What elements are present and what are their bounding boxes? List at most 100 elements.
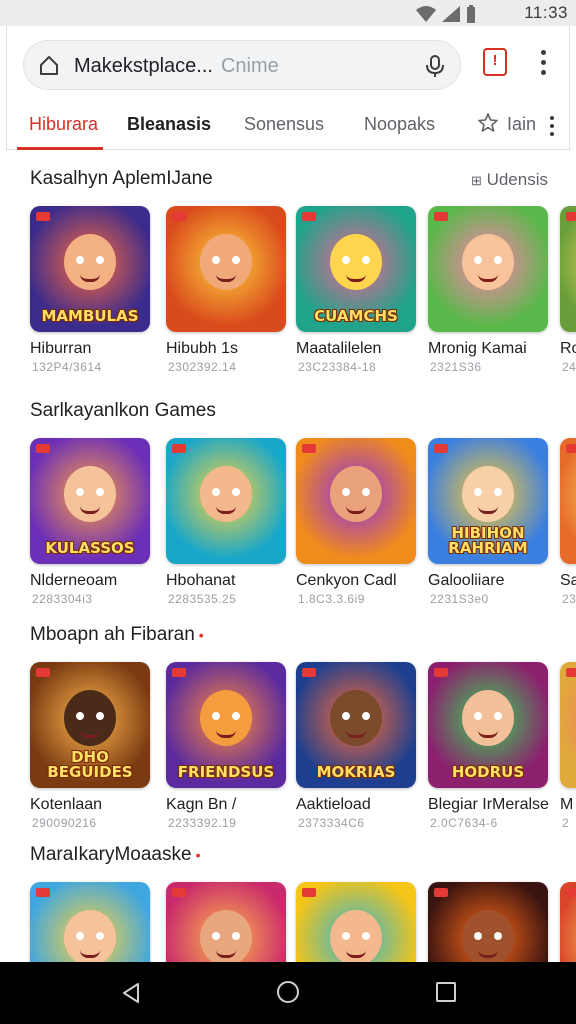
character-eye [474,256,482,264]
game-thumbnail[interactable]: MAMBULAS [30,206,150,332]
new-dot: • [195,847,201,863]
section-title-text: MaraIkaryMoaaske [30,844,192,865]
game-thumbnail[interactable]: CUAMCHS [296,206,416,332]
game-title: Mronig Kamai [428,340,527,357]
game-title: Kotenlaan [30,796,103,813]
game-meta: 2373334C6 [298,816,365,830]
character-eye [494,488,502,496]
character-eye [342,488,350,496]
game-meta: 2283535.25 [168,592,237,606]
game-badge [566,888,576,897]
game-thumbnail[interactable] [560,206,576,332]
tab-bleanasis[interactable]: Bleanasis [127,114,211,135]
tab-sonensus[interactable]: Sonensus [244,114,324,135]
game-badge [434,212,448,221]
game-thumbnail[interactable] [560,662,576,788]
home-outline-icon[interactable] [38,54,60,76]
game-title: Maatalilelen [296,340,382,357]
game-badge [434,444,448,453]
game-meta: 2233392.19 [168,816,237,830]
tab-iain[interactable]: Iain [507,114,536,135]
game-badge [434,888,448,897]
section-title: Sarlkayanlkon Games [30,400,216,421]
game-logo-text: KULASSOS [45,539,135,557]
mic-icon[interactable] [422,53,448,79]
status-icons [416,5,476,23]
game-meta: 24 [562,360,576,374]
home-circle-icon[interactable] [277,981,299,1003]
game-thumbnail[interactable]: MOKRIAS [296,662,416,788]
section-title: Kasalhyn AplemIJane [30,168,213,189]
game-thumbnail[interactable] [166,438,286,564]
address-bar[interactable]: Makekstplace... Cnime [23,40,461,90]
game-thumbnail[interactable] [166,206,286,332]
game-thumbnail[interactable]: DHO BEGUIDES [30,662,150,788]
game-thumbnail[interactable]: HIBIHON RAHRIAM [428,438,548,564]
game-title: Kagn Bn / [166,796,237,813]
game-title: Ro [560,340,576,357]
character-eye [342,932,350,940]
game-badge [302,444,316,453]
game-title: Aaktieload [296,796,371,813]
game-thumbnail[interactable]: SHBIGAS [296,882,416,962]
game-thumbnail[interactable] [428,882,548,962]
game-meta: 2.0C7634-6 [430,816,498,830]
url-text[interactable]: Makekstplace... Cnime [74,55,279,78]
character-eye [76,256,84,264]
content-feed: Kasalhyn AplemIJane ⊞ Udensis MAMBULAS Hi… [0,150,576,962]
game-thumbnail[interactable]: COLOUIY BREGOUES [30,882,150,962]
game-title: Hibubh 1s [166,340,239,357]
tab-noopaks[interactable]: Noopaks [364,114,435,135]
signal-icon [442,6,460,22]
character-eye [342,712,350,720]
game-badge [36,212,50,221]
character-eye [474,488,482,496]
character-eye [76,488,84,496]
character-eye [212,256,220,264]
status-bar: 11:33 [0,0,576,26]
system-nav-bar [0,962,576,1024]
category-tabs: Hiburara Bleanasis Sonensus Noopaks Iain [7,106,571,150]
character-eye [96,712,104,720]
game-meta: 23 [562,592,576,606]
star-icon[interactable] [477,112,499,134]
tab-switcher-button[interactable]: ! [483,48,507,76]
wifi-icon [416,6,436,22]
game-thumbnail[interactable]: KULASSOS [30,438,150,564]
game-thumbnail[interactable]: HODRUS [428,662,548,788]
battery-icon [467,5,475,23]
character-eye [96,488,104,496]
more-vert-icon[interactable] [537,50,549,78]
browser-toolbar: Makekstplace... Cnime ! Hiburara Bleanasi… [6,26,571,150]
game-meta: 132P4/3614 [32,360,102,374]
game-thumbnail[interactable] [560,438,576,564]
tabs-more-icon[interactable] [549,116,555,136]
game-title: Hbohanat [166,572,236,589]
character-eye [76,932,84,940]
game-thumbnail[interactable] [296,438,416,564]
section-more-link[interactable]: ⊞ Udensis [471,170,548,190]
game-badge [172,888,186,897]
recents-square-icon[interactable] [436,982,456,1002]
character-eye [232,932,240,940]
character-eye [494,712,502,720]
game-thumbnail[interactable] [166,882,286,962]
game-meta: 2283304i3 [32,592,93,606]
section-title: MaraIkaryMoaaske • [30,844,200,866]
section-more-label: Udensis [486,170,548,189]
game-badge [566,668,576,677]
character-eye [342,256,350,264]
tab-hiburara[interactable]: Hiburara [29,114,98,135]
game-badge [302,888,316,897]
character-eye [362,488,370,496]
game-title: M [560,796,574,813]
filter-icon: ⊞ [470,173,482,188]
game-badge [172,668,186,677]
character-eye [232,712,240,720]
back-triangle-icon[interactable] [120,982,142,1004]
character-eye [232,256,240,264]
game-thumbnail[interactable]: FRIENDSUS [166,662,286,788]
game-thumbnail[interactable] [428,206,548,332]
game-badge [302,668,316,677]
game-thumbnail[interactable] [560,882,576,962]
